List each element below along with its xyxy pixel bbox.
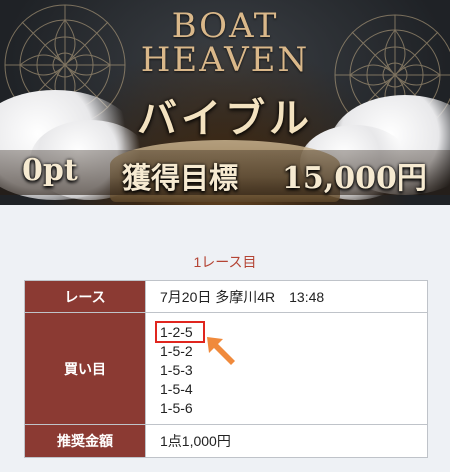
table-row-amount: 推奨金額 1点1,000円	[25, 425, 427, 457]
buy-cell: 1-2-5 1-5-2 1-5-3 1-5-4 1-5-6	[146, 313, 427, 424]
race-heading: 1レース目	[193, 254, 257, 270]
buy-item: 1-5-4	[160, 380, 193, 397]
race-info-table: レース 7月20日 多摩川4R 13:48 買い目 1-2-5 1-5-2 1-…	[24, 280, 428, 458]
race-value: 7月20日 多摩川4R 13:48	[160, 288, 325, 305]
buy-item: 1-5-6	[160, 399, 193, 416]
points-value: 0pt	[22, 153, 78, 188]
race-label: レース	[25, 281, 146, 312]
buy-list: 1-2-5 1-5-2 1-5-3 1-5-4 1-5-6	[155, 313, 205, 424]
table-row-race: レース 7月20日 多摩川4R 13:48	[25, 281, 427, 313]
table-row-buy: 買い目 1-2-5 1-5-2 1-5-3 1-5-4 1-5-6	[25, 313, 427, 425]
amount-value: 1点1,000円	[160, 433, 231, 449]
goal-label: 獲得目標	[122, 161, 239, 195]
brand-title-line2: HEAVEN	[140, 40, 310, 80]
goal-amount: 15,000円	[282, 161, 427, 196]
buy-item: 1-5-3	[160, 361, 193, 378]
amount-label: 推奨金額	[25, 425, 146, 457]
hero-banner: BOAT HEAVEN バイブル 0pt 獲得目標 15,000円	[0, 0, 450, 205]
buy-item-highlighted: 1-2-5	[155, 320, 205, 343]
highlight-box	[155, 320, 205, 343]
buy-item: 1-5-2	[160, 342, 193, 359]
pointer-arrow-icon	[207, 337, 235, 365]
buy-label: 買い目	[25, 313, 146, 424]
bible-title: バイブル	[137, 95, 313, 142]
